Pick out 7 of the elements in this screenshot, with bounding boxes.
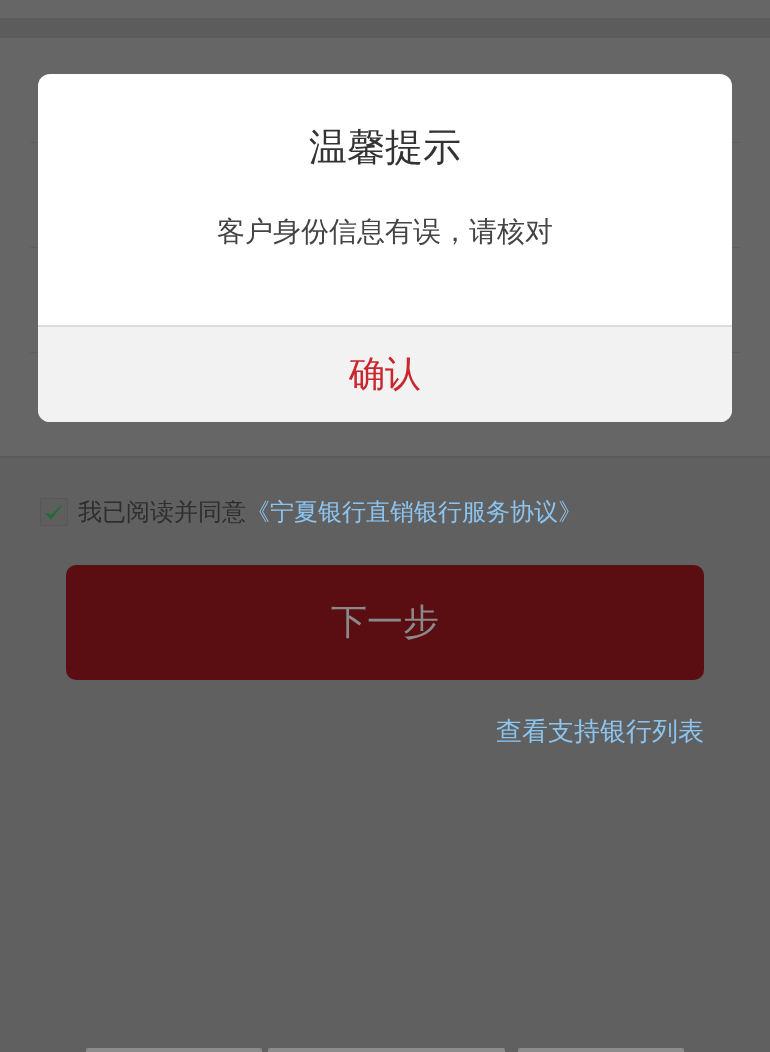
next-button[interactable]: 下一步 (66, 565, 704, 680)
dialog-title: 温馨提示 (309, 124, 461, 171)
bank-list-link[interactable]: 查看支持银行列表 (496, 714, 704, 749)
dialog-message: 客户身份信息有误，请核对 (217, 214, 553, 250)
confirm-button[interactable]: 确认 (38, 325, 732, 422)
agreement-link[interactable]: 《宁夏银行直销银行服务协议》 (246, 496, 582, 528)
checkbox[interactable] (40, 498, 68, 526)
